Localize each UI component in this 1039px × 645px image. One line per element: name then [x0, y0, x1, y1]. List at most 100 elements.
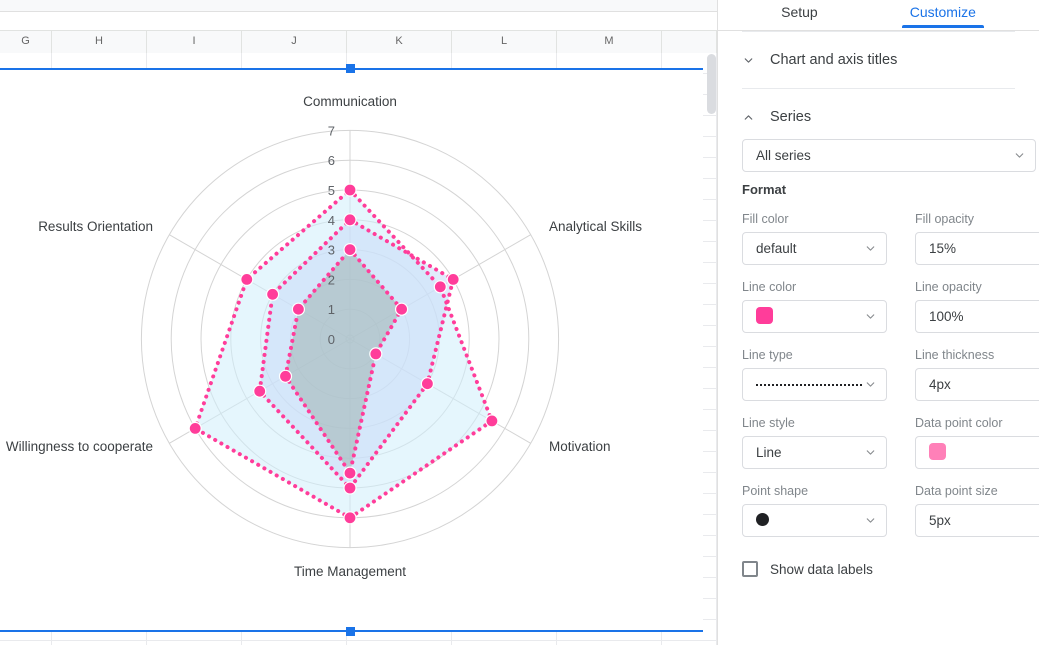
show-data-labels-row[interactable]: Show data labels: [742, 537, 1015, 577]
column-header-H[interactable]: H: [52, 31, 147, 53]
dotted-line-icon: [756, 377, 864, 392]
radar-data-point[interactable]: [343, 213, 357, 227]
fill-opacity-select[interactable]: 15%: [915, 232, 1039, 265]
data-point-color-select[interactable]: [915, 436, 1039, 469]
radar-category-label: Communication: [303, 94, 397, 109]
chart-resize-handle-bottom[interactable]: [346, 627, 355, 636]
field-label: Line thickness: [915, 348, 995, 362]
radial-tick-label: 2: [328, 272, 335, 287]
column-header-I[interactable]: I: [147, 31, 242, 53]
field-label: Line style: [742, 416, 795, 430]
radar-data-point[interactable]: [343, 466, 357, 480]
field-label: Data point size: [915, 484, 998, 498]
radar-data-point[interactable]: [240, 272, 254, 286]
column-header-end[interactable]: [662, 31, 717, 53]
chevron-down-icon: [866, 382, 875, 387]
radar-category-label: Motivation: [549, 439, 611, 454]
radar-data-point[interactable]: [278, 369, 293, 383]
radar-data-point[interactable]: [343, 511, 357, 525]
section-chart-and-axis-titles-label: Chart and axis titles: [770, 52, 898, 68]
color-swatch: [929, 442, 946, 460]
tab-setup[interactable]: Setup: [779, 0, 820, 27]
chart-editor-screen: GHIJKLM 0 1 2 3 4 5 6 7 Communication Analytical …: [0, 0, 1039, 645]
line-thickness-select[interactable]: 4px: [915, 368, 1039, 401]
column-header-row: GHIJKLM: [0, 31, 717, 53]
column-header-K[interactable]: K: [347, 31, 452, 53]
chevron-down-icon: [866, 314, 875, 319]
column-header-J[interactable]: J: [242, 31, 347, 53]
radar-data-point[interactable]: [433, 280, 447, 294]
column-header-G[interactable]: G: [0, 31, 52, 53]
field-label: Fill color: [742, 212, 789, 226]
color-swatch: [756, 306, 773, 324]
field-value: default: [756, 241, 797, 256]
radar-data-point[interactable]: [369, 347, 383, 361]
line-color-select[interactable]: [742, 300, 887, 333]
radar-data-point[interactable]: [188, 421, 202, 435]
grid-cell[interactable]: [452, 641, 557, 645]
point-shape-select[interactable]: [742, 504, 887, 537]
circle-point-preview: [756, 512, 769, 526]
field-value: 4px: [929, 377, 951, 392]
data-point-size-select[interactable]: 5px: [915, 504, 1039, 537]
grid-cell[interactable]: [347, 641, 452, 645]
tab-customize[interactable]: Customize: [901, 0, 984, 28]
grid-cell[interactable]: [557, 641, 662, 645]
column-header-L[interactable]: L: [452, 31, 557, 53]
color-swatch-icon: [756, 306, 864, 327]
chevron-up-icon: [744, 114, 753, 120]
section-chart-and-axis-titles[interactable]: Chart and axis titles: [742, 32, 1015, 88]
radial-tick-label: 3: [328, 243, 335, 258]
field-line-color: Line color: [742, 265, 887, 333]
chevron-down-icon: [866, 450, 875, 455]
radar-data-point[interactable]: [395, 302, 409, 316]
show-data-labels-checkbox[interactable]: [742, 561, 758, 577]
radar-data-point[interactable]: [420, 377, 434, 391]
grid-cell[interactable]: [662, 641, 717, 645]
line-style-select[interactable]: Line: [742, 436, 887, 469]
field-line-opacity: Line opacity 100%: [915, 265, 1039, 333]
field-line-thickness: Line thickness 4px: [915, 333, 1039, 401]
field-value: Line: [756, 445, 782, 460]
tab-active-underline: [901, 25, 984, 28]
field-fill-color: Fill color default: [742, 197, 887, 265]
section-series-label: Series: [770, 109, 812, 125]
radial-tick-label: 6: [328, 153, 335, 168]
sheet-scrollbar[interactable]: [707, 54, 716, 634]
radar-data-point[interactable]: [485, 414, 499, 428]
field-label: Data point color: [915, 416, 1003, 430]
chevron-down-icon: [866, 518, 875, 523]
show-data-labels-label: Show data labels: [770, 561, 873, 577]
field-data-point-color: Data point color: [915, 401, 1039, 469]
grid-row[interactable]: [0, 641, 717, 645]
radar-data-point[interactable]: [266, 287, 280, 301]
radar-data-point[interactable]: [253, 384, 267, 398]
fill-color-select[interactable]: default: [742, 232, 887, 265]
radar-data-point[interactable]: [291, 302, 305, 316]
panel-scroll-region[interactable]: Chart and axis titles Series All series: [718, 31, 1039, 645]
radar-data-point[interactable]: [446, 272, 460, 286]
chart-resize-handle-top[interactable]: [346, 64, 355, 73]
section-series[interactable]: Series: [742, 89, 1015, 145]
grid-cell[interactable]: [0, 641, 52, 645]
sheet-scrollbar-thumb[interactable]: [707, 54, 716, 114]
chart-editor-panel: Setup Customize Chart and axis titles Se…: [717, 0, 1039, 645]
line-opacity-select[interactable]: 100%: [915, 300, 1039, 333]
radial-tick-label: 1: [328, 302, 335, 317]
circle-point-icon: [756, 512, 864, 529]
sheet-top-blank-row: [0, 12, 717, 31]
column-header-M[interactable]: M: [557, 31, 662, 53]
field-value: 5px: [929, 513, 951, 528]
radar-data-point[interactable]: [343, 481, 357, 495]
radar-data-point[interactable]: [343, 243, 357, 257]
series-select[interactable]: All series: [742, 139, 1036, 172]
field-value: 15%: [929, 241, 957, 256]
chart-object[interactable]: 0 1 2 3 4 5 6 7 Communication Analytical Skills Mo…: [0, 68, 703, 632]
grid-cell[interactable]: [242, 641, 347, 645]
radar-data-point[interactable]: [343, 183, 357, 197]
field-value: 100%: [929, 309, 964, 324]
grid-cell[interactable]: [52, 641, 147, 645]
line-type-select[interactable]: [742, 368, 887, 401]
panel-tabs: Setup Customize: [718, 0, 1039, 31]
grid-cell[interactable]: [147, 641, 242, 645]
